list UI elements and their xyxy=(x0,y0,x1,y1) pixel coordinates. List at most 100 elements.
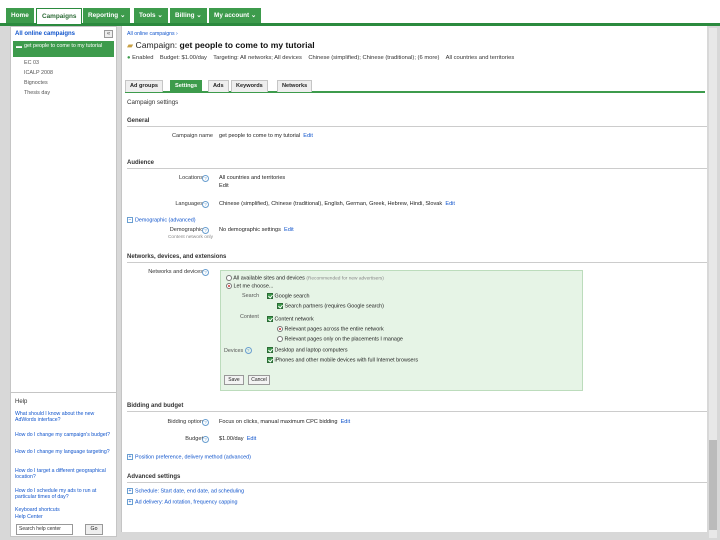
edit-link[interactable]: Edit xyxy=(303,133,313,139)
help-link[interactable]: How do I change my language targeting? xyxy=(15,449,115,455)
nav-tab-home[interactable]: Home xyxy=(6,8,34,23)
bidding-option-label: Bidding option xyxy=(167,419,203,425)
help-icon[interactable]: ? xyxy=(244,347,252,354)
help-title: Help xyxy=(15,399,28,405)
locations-edit-link[interactable]: Edit xyxy=(219,183,229,189)
help-center-link[interactable]: Help Center xyxy=(15,514,115,520)
campaign-status-line: ● Enabled Budget: $1.00/day Targeting: A… xyxy=(127,55,514,61)
radio-let-me-choose[interactable] xyxy=(226,283,232,289)
networks-label: Networks and devices xyxy=(148,269,203,275)
selected-campaign[interactable]: ▬ get people to come to my tutorial xyxy=(13,41,114,57)
ad-delivery-toggle[interactable]: + Ad delivery: Ad rotation, frequency cap… xyxy=(127,499,238,505)
save-button[interactable]: Save xyxy=(224,375,244,385)
checkbox-google-search[interactable] xyxy=(267,293,273,299)
help-icon[interactable]: ? xyxy=(202,269,209,276)
section-audience: Audience xyxy=(127,160,707,169)
checkbox-content-network[interactable] xyxy=(267,316,273,322)
schedule-toggle[interactable]: + Schedule: Start date, end date, ad sche… xyxy=(127,488,244,494)
campaign-item[interactable]: Thesis day xyxy=(24,90,50,96)
help-search-input[interactable]: Search help center xyxy=(16,524,73,535)
devices-label: Devices ? xyxy=(224,347,252,354)
radio-entire-network[interactable] xyxy=(277,326,283,332)
folder-icon: ▰ xyxy=(127,41,134,50)
status-targeting: Targeting: All networks; All devices xyxy=(213,55,302,61)
checkbox-iphones[interactable] xyxy=(267,357,273,363)
campaign-tabs: Ad groups Settings Ads Keywords Networks xyxy=(125,80,705,93)
edit-link[interactable]: Edit xyxy=(341,419,351,425)
section-general: General xyxy=(127,118,707,127)
campaign-item[interactable]: Bignoctes xyxy=(24,80,48,86)
locations-value: All countries and territories xyxy=(219,175,286,181)
help-link[interactable]: What should I know about the new AdWords… xyxy=(15,411,115,424)
expand-icon: + xyxy=(127,499,133,505)
relevant-entire-option[interactable]: Relevant pages across the entire network xyxy=(277,326,384,332)
nav-tab-reporting[interactable]: Reporting ⌄ xyxy=(83,8,131,23)
tab-networks[interactable]: Networks xyxy=(277,80,313,92)
expand-icon: + xyxy=(127,454,133,460)
google-search-option[interactable]: Google search xyxy=(267,293,310,299)
settings-heading: Campaign settings xyxy=(127,99,179,106)
nav-tab-tools[interactable]: Tools ⌄ xyxy=(134,8,168,23)
demographic-toggle[interactable]: − Demographic (advanced) xyxy=(127,217,196,223)
checkbox-desktop[interactable] xyxy=(267,347,273,353)
edit-link[interactable]: Edit xyxy=(445,201,455,207)
option-let-me-choose[interactable]: Let me choose... xyxy=(226,283,273,289)
locations-label: Locations xyxy=(179,175,203,181)
search-partners-option[interactable]: Search partners (requires Google search) xyxy=(277,303,384,309)
content-label: Content xyxy=(240,314,259,320)
option-all-sites[interactable]: All available sites and devices (Recomme… xyxy=(226,275,384,281)
status-languages: Chinese (simplified); Chinese (tradition… xyxy=(308,55,440,61)
status-budget: Budget: $1.00/day xyxy=(159,55,207,61)
folder-icon: ▬ xyxy=(16,44,22,50)
tab-ads[interactable]: Ads xyxy=(208,80,229,92)
budget-label: Budget xyxy=(185,436,203,442)
collapse-panel-icon[interactable]: « xyxy=(104,30,113,38)
campaign-item[interactable]: EC 03 xyxy=(24,60,39,66)
nav-tab-billing[interactable]: Billing ⌄ xyxy=(170,8,207,23)
status-enabled[interactable]: Enabled xyxy=(132,55,153,61)
help-icon[interactable]: ? xyxy=(202,419,209,426)
help-panel: Help What should I know about the new Ad… xyxy=(10,392,117,537)
demographic-label: Demographic xyxy=(169,227,203,233)
relevant-placements-option[interactable]: Relevant pages only on the placements I … xyxy=(277,336,403,342)
help-go-button[interactable]: Go xyxy=(85,524,103,535)
help-icon[interactable]: ? xyxy=(202,436,209,443)
cancel-button[interactable]: Cancel xyxy=(248,375,270,385)
help-icon[interactable]: ? xyxy=(202,175,209,182)
nav-tab-campaigns[interactable]: Campaigns xyxy=(36,8,83,24)
demographic-value: No demographic settings Edit xyxy=(219,227,294,233)
iphones-option[interactable]: iPhones and other mobile devices with fu… xyxy=(267,357,418,363)
content-network-option[interactable]: Content network xyxy=(267,316,314,322)
help-link[interactable]: How do I schedule my ads to run at parti… xyxy=(15,488,115,501)
section-networks: Networks, devices, and extensions xyxy=(127,254,707,263)
edit-link[interactable]: Edit xyxy=(284,227,294,233)
all-campaigns-link[interactable]: All online campaigns xyxy=(15,31,75,37)
scrollbar-thumb[interactable] xyxy=(709,440,717,530)
languages-value: Chinese (simplified), Chinese (tradition… xyxy=(219,201,455,207)
languages-label: Languages xyxy=(175,201,203,207)
tab-ad-groups[interactable]: Ad groups xyxy=(125,80,163,92)
help-link[interactable]: How do I change my campaign's budget? xyxy=(15,432,115,438)
demographic-sublabel: Content network only xyxy=(167,235,213,240)
networks-devices-panel: All available sites and devices (Recomme… xyxy=(220,270,583,391)
radio-placements[interactable] xyxy=(277,336,283,342)
help-icon[interactable]: ? xyxy=(202,227,209,234)
keyboard-shortcuts-link[interactable]: Keyboard shortcuts xyxy=(15,507,115,513)
position-preference-toggle[interactable]: + Position preference, delivery method (a… xyxy=(127,454,251,460)
breadcrumb[interactable]: All online campaigns › xyxy=(127,31,178,37)
tab-settings[interactable]: Settings xyxy=(170,80,203,92)
help-icon[interactable]: ? xyxy=(202,201,209,208)
tab-keywords[interactable]: Keywords xyxy=(231,80,268,92)
desktop-option[interactable]: Desktop and laptop computers xyxy=(267,347,348,353)
search-label: Search xyxy=(242,293,260,299)
campaign-title-prefix: Campaign: xyxy=(135,40,178,50)
checkbox-search-partners[interactable] xyxy=(277,303,283,309)
edit-link[interactable]: Edit xyxy=(247,436,257,442)
expand-icon: + xyxy=(127,488,133,494)
section-advanced: Advanced settings xyxy=(127,474,707,483)
help-link[interactable]: How do I target a different geographical… xyxy=(15,468,115,481)
nav-tab-my-account[interactable]: My account ⌄ xyxy=(209,8,262,23)
page-title: ▰ Campaign: get people to come to my tut… xyxy=(127,40,315,50)
campaign-item[interactable]: ICALP 2008 xyxy=(24,70,53,76)
radio-all-sites[interactable] xyxy=(226,275,232,281)
